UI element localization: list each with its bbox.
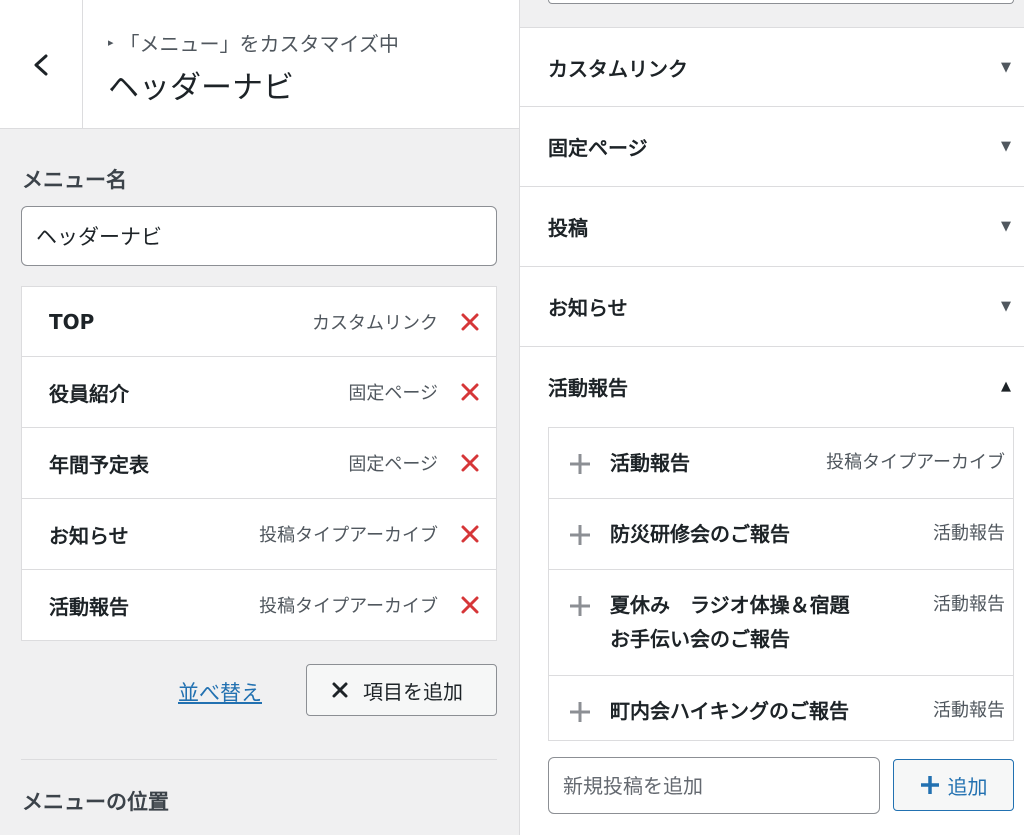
available-items-list: 活動報告 投稿タイプアーカイブ 防災研修会のご報告 活動報告 夏休み ラジオ体操…: [548, 427, 1014, 741]
back-button[interactable]: [0, 0, 83, 129]
close-icon: [332, 682, 348, 698]
section-title: カスタムリンク: [548, 56, 688, 81]
plus-icon: [569, 524, 591, 546]
menu-item[interactable]: 年間予定表 固定ページ: [21, 428, 497, 499]
section-activity: 活動報告 ▲ 活動報告 投稿タイプアーカイブ 防災研修会のご報告 活動報告 夏休…: [520, 346, 1024, 835]
available-item-title: 町内会ハイキングのご報告: [610, 699, 849, 723]
section-activity-header[interactable]: 活動報告 ▲: [520, 347, 1024, 425]
section-title: 投稿: [548, 216, 588, 240]
menu-item-type: 投稿タイプアーカイブ: [259, 596, 438, 617]
menu-item-title: 役員紹介: [49, 381, 129, 406]
triangle-right-icon: ▸: [108, 36, 114, 49]
add-items-label: 項目を追加: [363, 679, 463, 704]
available-item-type: 活動報告: [933, 700, 1005, 721]
breadcrumb: ▸ 「メニュー」をカスタマイズ中: [108, 28, 399, 57]
menu-item-type: 固定ページ: [348, 454, 438, 475]
new-post-input[interactable]: [548, 757, 880, 814]
available-item-title-line2: お手伝い会のご報告: [610, 627, 790, 651]
menu-item-type: 固定ページ: [348, 383, 438, 404]
delete-item-button[interactable]: [460, 312, 480, 332]
available-item-title: 夏休み ラジオ体操＆宿題: [610, 593, 850, 617]
menu-position-label: メニューの位置: [22, 790, 169, 814]
available-items-panel: カスタムリンク ▼ 固定ページ ▼ 投稿 ▼ お知らせ ▼ 活動報告 ▲ 活動報…: [519, 0, 1024, 835]
page-title: ヘッダーナビ: [108, 70, 294, 106]
available-item[interactable]: 防災研修会のご報告 活動報告: [549, 499, 1013, 570]
add-new-post-button[interactable]: 追加: [893, 759, 1014, 811]
available-item[interactable]: 町内会ハイキングのご報告 活動報告: [549, 676, 1013, 740]
menu-item-type: 投稿タイプアーカイブ: [259, 525, 438, 546]
delete-item-button[interactable]: [460, 524, 480, 544]
triangle-down-icon: ▼: [1001, 299, 1011, 314]
plus-icon: [569, 595, 591, 617]
available-item[interactable]: 活動報告 投稿タイプアーカイブ: [549, 428, 1013, 499]
menu-item-title: TOP: [49, 309, 95, 334]
add-new-post-label: 追加: [947, 774, 988, 799]
close-icon: [461, 525, 479, 543]
menu-item-title: 活動報告: [49, 594, 129, 619]
menu-item[interactable]: 役員紹介 固定ページ: [21, 357, 497, 428]
section-title: お知らせ: [548, 296, 628, 320]
delete-item-button[interactable]: [460, 595, 480, 615]
divider: [21, 759, 497, 760]
close-icon: [461, 383, 479, 401]
close-icon: [461, 454, 479, 472]
menu-items-list: TOP カスタムリンク 役員紹介 固定ページ 年間予定表 固定ページ お知らせ …: [21, 286, 497, 641]
triangle-up-icon: ▲: [1001, 378, 1011, 394]
available-item-title: 活動報告: [610, 451, 690, 475]
menu-name-label: メニュー名: [22, 168, 127, 192]
section-posts[interactable]: 投稿 ▼: [520, 187, 1024, 267]
reorder-link[interactable]: 並べ替え: [178, 677, 262, 707]
available-item[interactable]: 夏休み ラジオ体操＆宿題 お手伝い会のご報告 活動報告: [549, 570, 1013, 676]
close-icon: [461, 313, 479, 330]
menu-editor-panel: ▸ 「メニュー」をカスタマイズ中 ヘッダーナビ メニュー名 TOP カスタムリン…: [0, 0, 519, 835]
chevron-left-icon: [34, 54, 48, 75]
menu-item[interactable]: TOP カスタムリンク: [21, 286, 497, 357]
menu-item[interactable]: お知らせ 投稿タイプアーカイブ: [21, 499, 497, 570]
plus-icon: [920, 776, 939, 794]
menu-item-type: カスタムリンク: [312, 312, 438, 334]
plus-icon: [569, 701, 591, 723]
delete-item-button[interactable]: [460, 382, 480, 402]
section-title: 活動報告: [548, 375, 628, 400]
panel-header: ▸ 「メニュー」をカスタマイズ中 ヘッダーナビ: [0, 0, 519, 129]
section-pages[interactable]: 固定ページ ▼: [520, 107, 1024, 187]
plus-icon: [569, 453, 591, 475]
delete-item-button[interactable]: [460, 453, 480, 473]
breadcrumb-text: 「メニュー」をカスタマイズ中: [119, 32, 399, 56]
section-custom-link[interactable]: カスタムリンク ▼: [520, 27, 1024, 107]
menu-item-title: 年間予定表: [49, 452, 149, 477]
menu-name-input[interactable]: [21, 206, 497, 266]
section-title: 固定ページ: [548, 136, 648, 160]
close-icon: [461, 596, 479, 614]
triangle-down-icon: ▼: [1001, 219, 1011, 234]
available-item-type: 投稿タイプアーカイブ: [826, 452, 1005, 473]
section-news[interactable]: お知らせ ▼: [520, 267, 1024, 347]
available-item-type: 活動報告: [933, 594, 1005, 615]
available-item-type: 活動報告: [933, 523, 1005, 544]
triangle-down-icon: ▼: [1001, 139, 1011, 154]
menu-item[interactable]: 活動報告 投稿タイプアーカイブ: [21, 570, 497, 641]
triangle-down-icon: ▼: [1001, 59, 1011, 75]
search-input[interactable]: [548, 0, 1014, 4]
menu-item-title: お知らせ: [49, 523, 129, 548]
available-item-title: 防災研修会のご報告: [610, 522, 790, 546]
add-items-button[interactable]: 項目を追加: [306, 664, 497, 716]
